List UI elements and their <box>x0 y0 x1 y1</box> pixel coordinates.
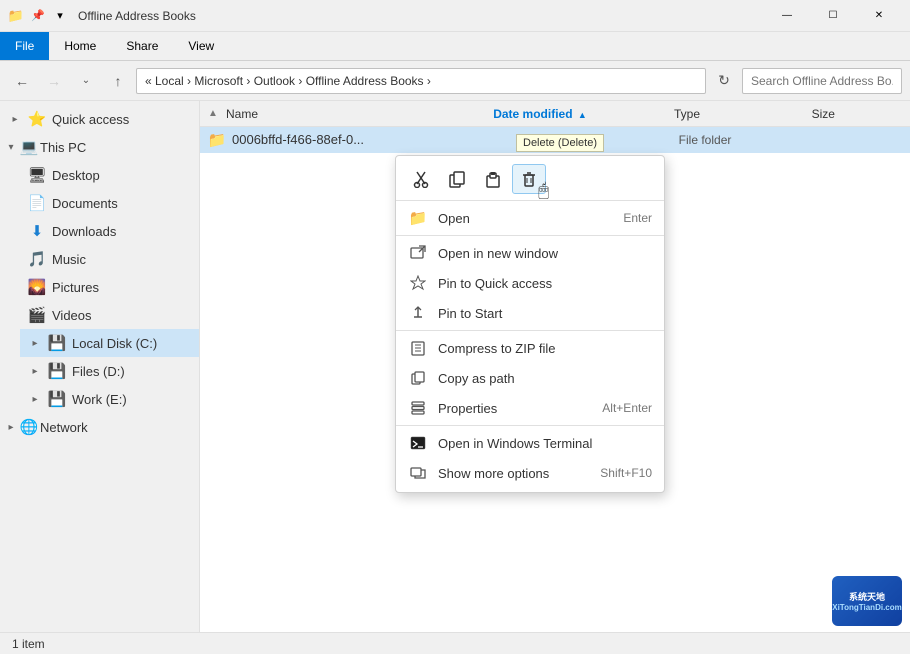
cm-open-terminal[interactable]: Open in Windows Terminal <box>396 428 664 458</box>
paste-button[interactable] <box>476 164 510 194</box>
compress-icon <box>408 338 428 358</box>
terminal-icon <box>408 433 428 453</box>
open-icon: 📁 <box>408 208 428 228</box>
pin-quick-icon <box>408 273 428 293</box>
cm-more-options[interactable]: Show more options Shift+F10 <box>396 458 664 488</box>
copy-button[interactable] <box>440 164 474 194</box>
cm-compress-label: Compress to ZIP file <box>438 341 652 356</box>
cm-pin-start[interactable]: Pin to Start <box>396 298 664 328</box>
properties-icon <box>408 398 428 418</box>
cm-open-new-window-label: Open in new window <box>438 246 642 261</box>
copy-path-icon <box>408 368 428 388</box>
cm-more-options-shortcut: Shift+F10 <box>600 466 652 480</box>
context-menu: Delete (Delete) <box>395 155 665 493</box>
cm-properties-label: Properties <box>438 401 592 416</box>
cm-open-shortcut: Enter <box>623 211 652 225</box>
cm-properties[interactable]: Properties Alt+Enter <box>396 393 664 423</box>
context-menu-overlay[interactable]: Delete (Delete) <box>0 0 910 654</box>
delete-button[interactable]: 🖱 <box>512 164 546 194</box>
cm-open[interactable]: 📁 Open Enter <box>396 203 664 233</box>
more-options-icon <box>408 463 428 483</box>
cm-open-label: Open <box>438 211 613 226</box>
cm-sep-3 <box>396 425 664 426</box>
cm-pin-quick[interactable]: Pin to Quick access <box>396 268 664 298</box>
cm-sep-1 <box>396 235 664 236</box>
pin-start-icon <box>408 303 428 323</box>
cm-more-options-label: Show more options <box>438 466 590 481</box>
cm-open-terminal-label: Open in Windows Terminal <box>438 436 652 451</box>
cm-copy-path-label: Copy as path <box>438 371 652 386</box>
toolbar-strip: 🖱 <box>396 160 664 201</box>
cm-compress[interactable]: Compress to ZIP file <box>396 333 664 363</box>
cm-pin-start-label: Pin to Start <box>438 306 652 321</box>
cut-button[interactable] <box>404 164 438 194</box>
cm-pin-quick-label: Pin to Quick access <box>438 276 652 291</box>
cm-sep-2 <box>396 330 664 331</box>
cm-properties-shortcut: Alt+Enter <box>602 401 652 415</box>
cm-copy-path[interactable]: Copy as path <box>396 363 664 393</box>
delete-tooltip: Delete (Delete) <box>516 134 604 152</box>
new-window-icon <box>408 243 428 263</box>
cm-open-new-window[interactable]: Open in new window <box>396 238 664 268</box>
